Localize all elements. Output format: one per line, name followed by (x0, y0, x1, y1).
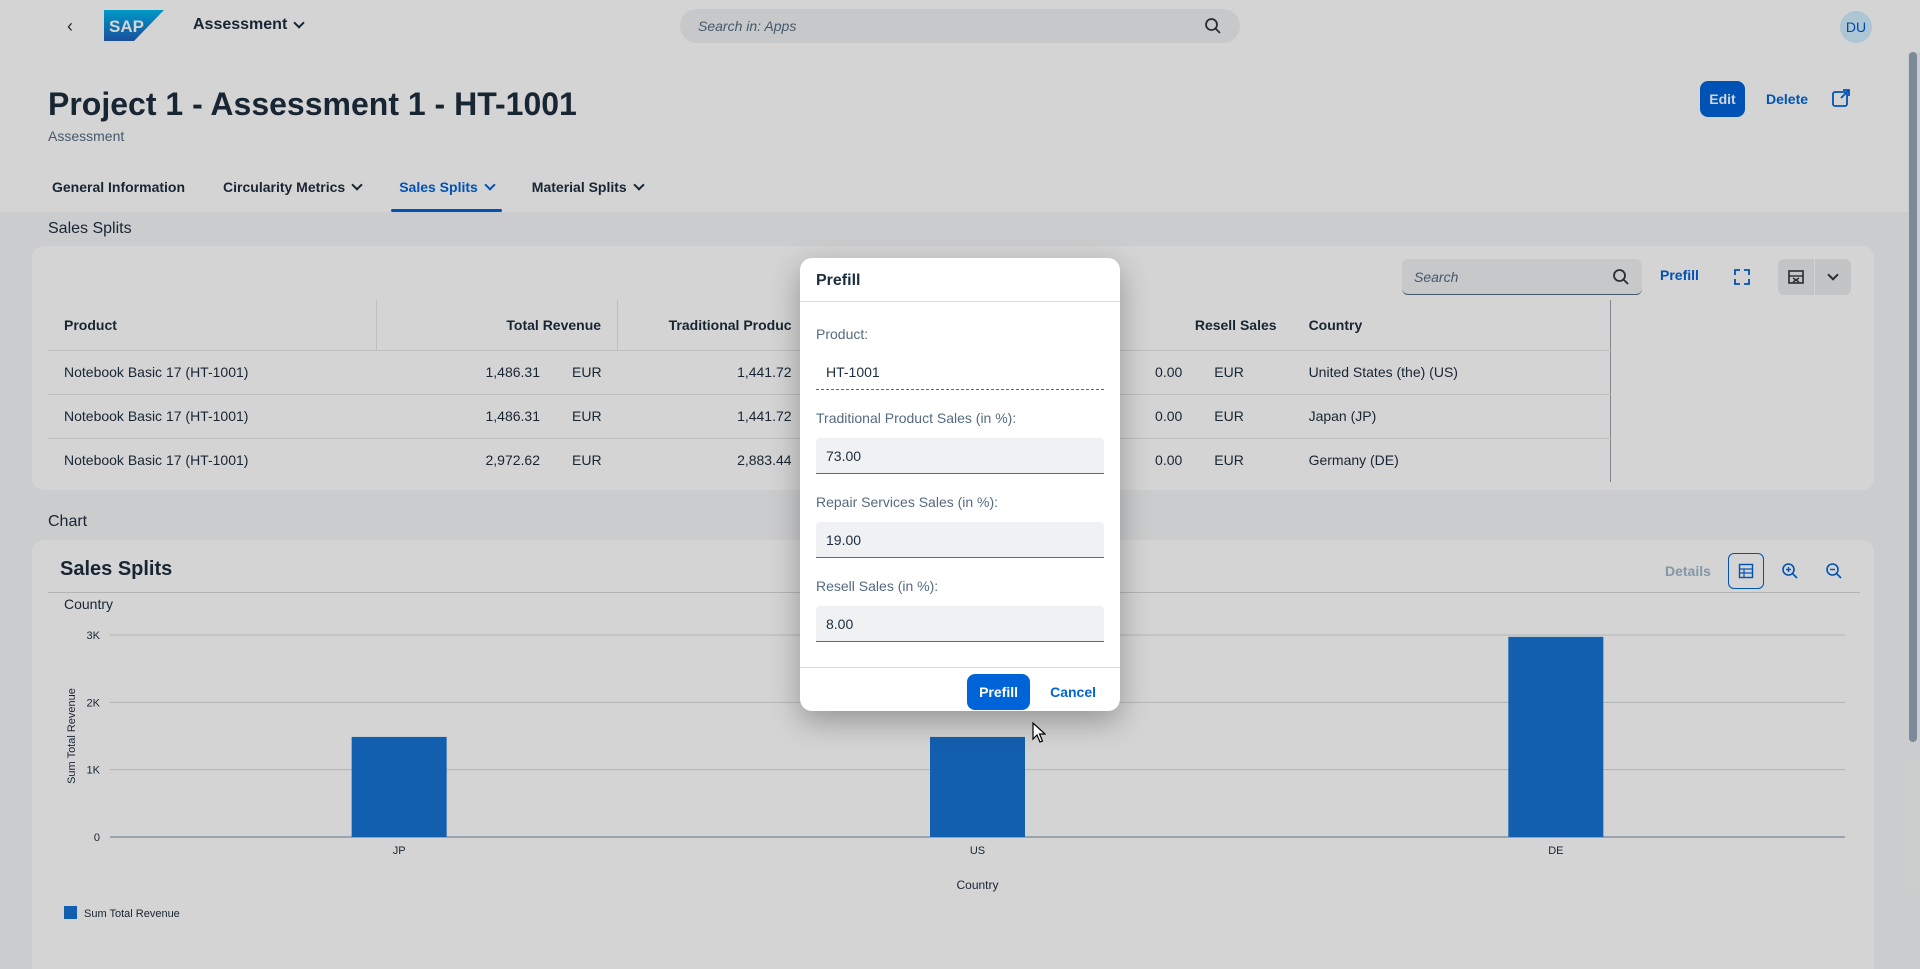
traditional-sales-label: Traditional Product Sales (in %): (816, 410, 1017, 426)
repair-sales-input[interactable] (816, 522, 1104, 558)
resell-sales-input[interactable] (816, 606, 1104, 642)
repair-sales-label: Repair Services Sales (in %): (816, 494, 999, 510)
cancel-button[interactable]: Cancel (1040, 674, 1106, 710)
dialog-footer: Prefill Cancel (800, 667, 1120, 711)
dialog-title: Prefill (800, 258, 1120, 302)
prefill-dialog: Prefill Product: HT-1001 Traditional Pro… (800, 258, 1120, 711)
mouse-cursor-icon (1032, 722, 1046, 743)
product-value: HT-1001 (816, 354, 1104, 390)
prefill-button[interactable]: Prefill (967, 674, 1030, 710)
traditional-sales-input[interactable] (816, 438, 1104, 474)
page-scrollbar[interactable] (1909, 52, 1917, 742)
resell-sales-label: Resell Sales (in %): (816, 578, 939, 594)
product-label: Product: (816, 326, 869, 342)
